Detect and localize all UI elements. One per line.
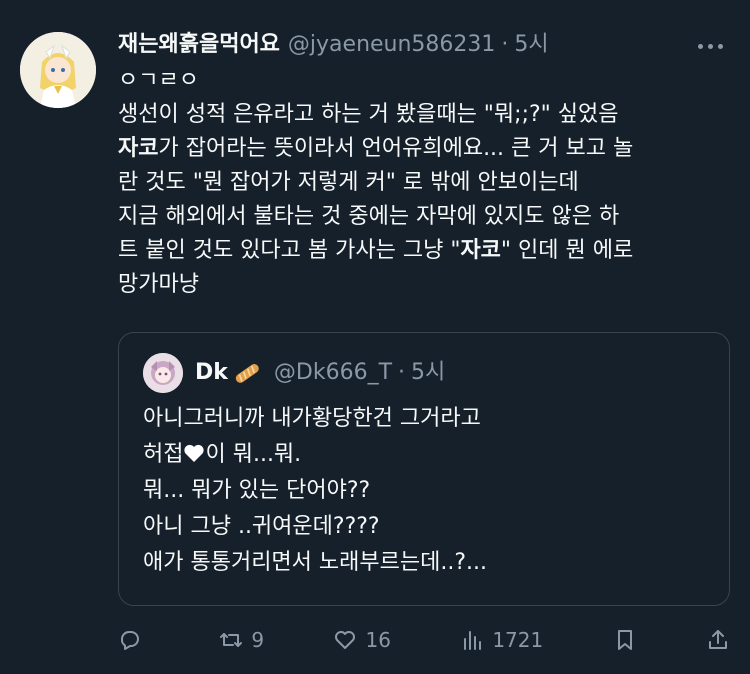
tweet-header: 재는왜흙을먹어요 @jyaeneun586231 · 5시	[118, 30, 730, 60]
author-handle[interactable]: @jyaeneun586231	[288, 30, 496, 60]
quote-line: 애가 통통거리면서 노래부르는데..?...	[143, 550, 487, 575]
reply-icon	[120, 631, 139, 650]
retweet-count: 9	[251, 628, 265, 652]
quoted-tweet[interactable]: Dk @Dk666_T · 5시 아니그러니까 내가황당한건 그거라고허접 이 뭐…	[118, 332, 730, 606]
tweet-line: 생선이 성적 은유라고 하는 거 봤을때는 "뭐;;?" 싶었음	[118, 102, 619, 127]
like-icon	[335, 631, 356, 649]
bold-word: 자코	[460, 238, 501, 263]
tweet-line: 트 붙인 것도 있다고 봄 가사는 그냥 "자코" 인데 뭔 에로	[118, 238, 634, 263]
reply-button[interactable]	[118, 628, 150, 652]
quote-avatar[interactable]	[143, 353, 183, 393]
action-bar: 9 16 1721	[118, 622, 730, 658]
quote-time[interactable]: 5시	[411, 358, 445, 388]
share-icon	[708, 630, 727, 649]
more-icon[interactable]	[698, 36, 730, 56]
bookmark-button[interactable]	[613, 628, 637, 652]
like-count: 16	[365, 628, 391, 652]
bread-emoji	[232, 360, 262, 386]
bold-word: 자코	[118, 136, 159, 161]
heart-emoji	[183, 439, 205, 462]
separator-dot: ·	[501, 32, 509, 57]
views-button[interactable]: 1721	[460, 628, 543, 652]
bookmark-icon	[617, 630, 632, 650]
quote-author-handle[interactable]: @Dk666_T	[274, 358, 392, 388]
author-avatar[interactable]	[20, 32, 96, 108]
tweet-time[interactable]: 5시	[514, 30, 548, 60]
share-button[interactable]	[706, 628, 730, 652]
quote-line: 아니 그냥 ..귀여운데????	[143, 514, 380, 539]
tweet-line: 지금 해외에서 불타는 것 중에는 자막에 있지도 않은 하	[118, 204, 620, 229]
quote-author-name[interactable]: Dk	[195, 358, 228, 388]
quote-line: 허접 이 뭐...뭐.	[143, 437, 705, 473]
quote-text: 아니그러니까 내가황당한건 그거라고허접 이 뭐...뭐. 뭐... 뭐가 있는 단…	[143, 401, 705, 581]
retweet-button[interactable]: 9	[219, 628, 264, 652]
tweet-line: 란 것도 "뭔 잡어가 저렇게 커" 로 밖에 안보이는데	[118, 170, 579, 195]
like-button[interactable]: 16	[333, 628, 391, 652]
quote-line: 아니그러니까 내가황당한건 그거라고	[143, 406, 481, 431]
tweet-line: 자코가 잡어라는 뜻이라서 언어유희에요... 큰 거 보고 놀	[118, 136, 634, 161]
retweet-icon	[220, 633, 243, 647]
tweet[interactable]: 재는왜흙을먹어요 @jyaeneun586231 · 5시 ㅇㄱㄹㅇ 생선이 성적…	[0, 0, 750, 674]
author-name[interactable]: 재는왜흙을먹어요	[118, 30, 280, 60]
quote-header: Dk @Dk666_T · 5시	[143, 353, 705, 393]
tweet-text: ㅇㄱㄹㅇ 생선이 성적 은유라고 하는 거 봤을때는 "뭐;;?" 싶었음자코가 …	[118, 64, 730, 302]
tweet-line: ㅇㄱㄹㅇ	[118, 68, 199, 93]
views-icon	[464, 631, 482, 650]
views-count: 1721	[492, 628, 544, 652]
separator-dot: ·	[398, 360, 406, 385]
quote-line: 뭐... 뭐가 있는 단어야??	[143, 478, 371, 503]
tweet-line: 망가마냥	[118, 272, 199, 297]
